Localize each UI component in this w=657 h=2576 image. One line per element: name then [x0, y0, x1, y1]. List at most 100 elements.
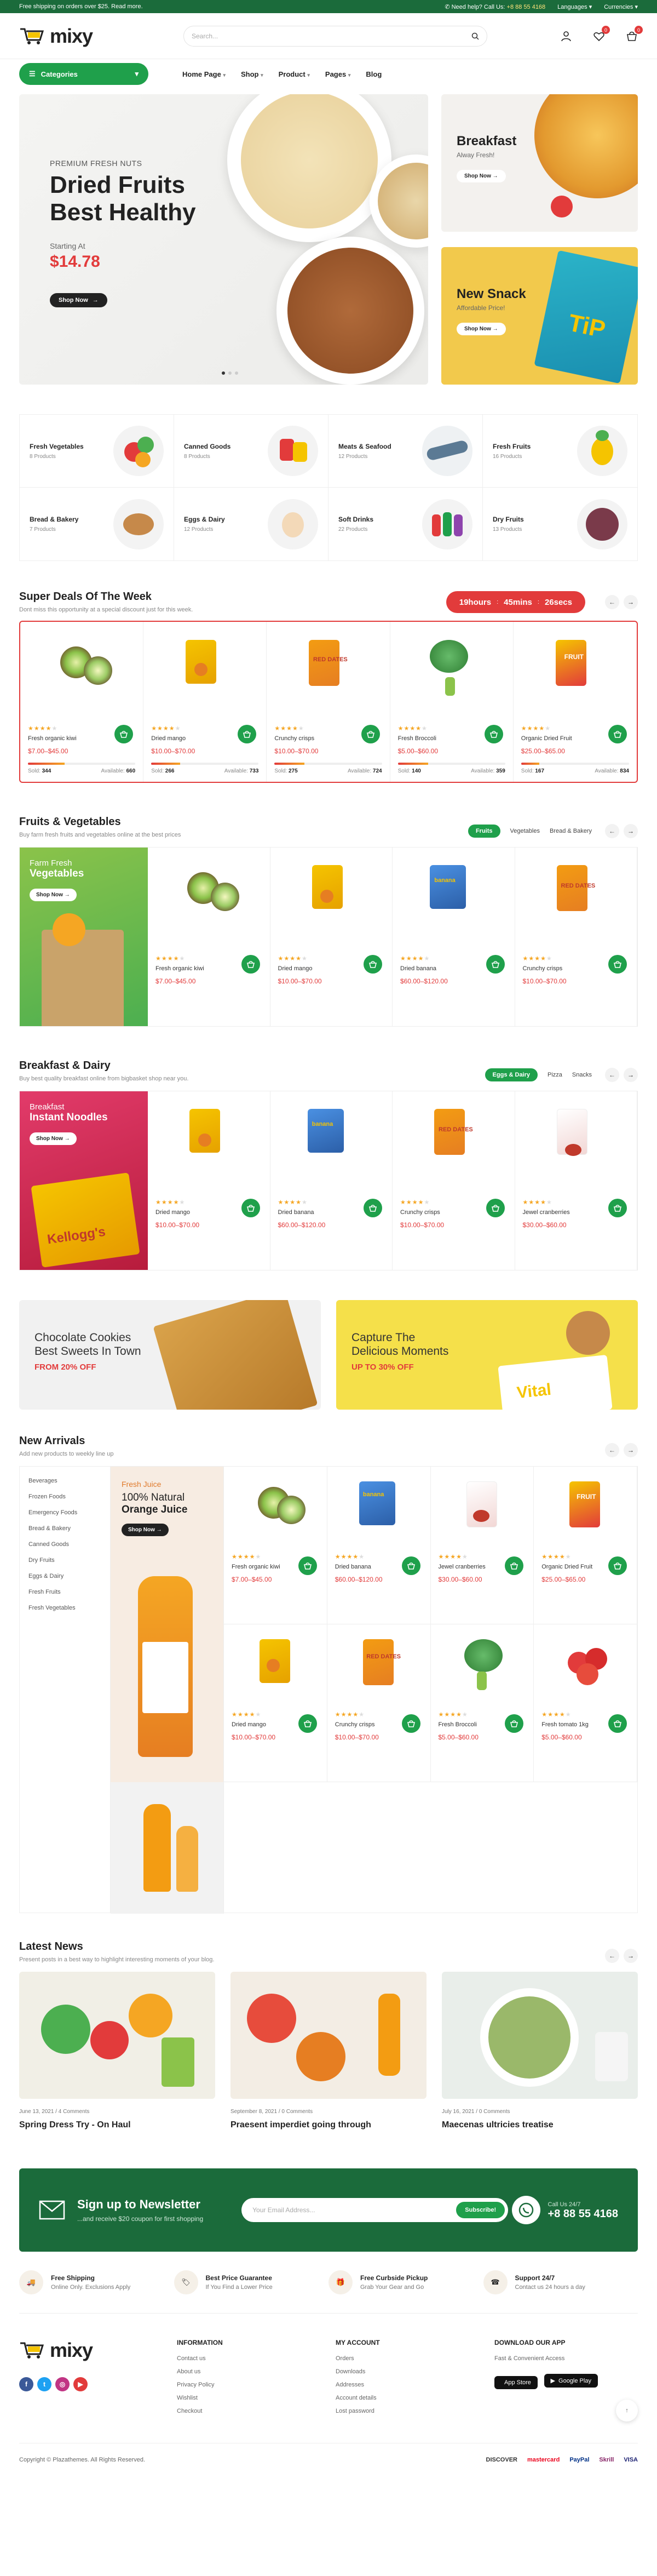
youtube-icon[interactable]: ▶	[73, 2377, 88, 2391]
product-image[interactable]	[232, 1632, 319, 1703]
product-card[interactable]: ★★★★★ Dried mango $10.00–$70.00	[224, 1624, 327, 1782]
add-to-cart-icon[interactable]	[608, 1199, 627, 1217]
help-phone[interactable]: ✆ Need help? Call Us: +8 88 55 4168	[445, 3, 545, 10]
currencies-dropdown[interactable]: Currencies ▾	[604, 3, 638, 10]
add-to-cart-icon[interactable]	[484, 725, 503, 743]
product-card[interactable]: ★★★★★ Jewel cranberries $30.00–$60.00	[430, 1467, 534, 1624]
product-card[interactable]: FRUIT ★★★★★ Organic Dried Fruit $25.00–$…	[534, 1467, 637, 1624]
new-snack-banner[interactable]: TiP New Snack Affordable Price! Shop Now…	[441, 247, 638, 385]
add-to-cart-icon[interactable]	[401, 1714, 420, 1733]
add-to-cart-icon[interactable]	[114, 725, 134, 743]
prev-arrow-icon[interactable]: ←	[605, 1949, 619, 1963]
product-card[interactable]: ★★★★★ Fresh organic kiwi $7.00–$45.00	[224, 1467, 327, 1624]
call-phone[interactable]: +8 88 55 4168	[548, 2208, 618, 2220]
product-image[interactable]: RED DATES	[523, 856, 630, 944]
product-image[interactable]: FRUIT	[541, 1474, 629, 1545]
next-arrow-icon[interactable]: →	[624, 1949, 638, 1963]
account-icon[interactable]	[560, 30, 572, 42]
product-image[interactable]: FRUIT	[521, 632, 629, 714]
product-image[interactable]	[398, 632, 505, 714]
back-to-top-icon[interactable]: ↑	[616, 2400, 638, 2422]
slider-dot[interactable]	[235, 371, 238, 375]
lunch-banner[interactable]: Capture The Delicious Moments UP TO 30% …	[336, 1300, 638, 1410]
add-to-cart-icon[interactable]	[241, 1199, 260, 1217]
footer-link[interactable]: Checkout	[177, 2408, 336, 2414]
news-post-title[interactable]: Praesent imperdiet going through	[230, 2120, 427, 2130]
product-image[interactable]	[155, 856, 262, 944]
new-arrivals-category-link[interactable]: Beverages	[28, 1478, 101, 1484]
nav-blog[interactable]: Blog	[366, 70, 382, 78]
slider-dot[interactable]	[228, 371, 232, 375]
add-to-cart-icon[interactable]	[361, 725, 380, 743]
nav-home[interactable]: Home Page ▾	[182, 70, 226, 78]
subscribe-button[interactable]: Subscribe!	[456, 2202, 505, 2218]
product-card[interactable]: ★★★★★ Fresh organic kiwi $7.00–$45.00	[148, 848, 270, 1026]
breakfast-banner[interactable]: Breakfast Alway Fresh! Shop Now →	[441, 94, 638, 232]
product-image[interactable]	[439, 1632, 526, 1703]
juice-shop-button[interactable]: Shop Now →	[122, 1524, 169, 1536]
breakfast-shop-button[interactable]: Shop Now →	[457, 170, 506, 182]
product-image[interactable]	[439, 1474, 526, 1545]
product-card[interactable]: RED DATES ★★★★★ Crunchy crisps $10.00–$7…	[267, 622, 390, 782]
nav-pages[interactable]: Pages ▾	[325, 70, 350, 78]
news-card[interactable]: July 16, 2021 / 0 Comments Maecenas ultr…	[442, 1972, 638, 2130]
app-store-button[interactable]: App Store	[494, 2376, 538, 2389]
product-card[interactable]: ★★★★★ Fresh tomato 1kg $5.00–$60.00	[534, 1624, 637, 1782]
product-image[interactable]	[541, 1632, 629, 1703]
new-arrivals-category-link[interactable]: Dry Fruits	[28, 1557, 101, 1564]
news-card[interactable]: June 13, 2021 / 4 Comments Spring Dress …	[19, 1972, 215, 2130]
add-to-cart-icon[interactable]	[505, 1714, 524, 1733]
promo-shop-button[interactable]: Shop Now →	[30, 889, 77, 901]
cookies-banner[interactable]: Chocolate Cookies Best Sweets In Town FR…	[19, 1300, 321, 1410]
footer-link[interactable]: Addresses	[336, 2382, 494, 2388]
instagram-icon[interactable]: ◎	[55, 2377, 70, 2391]
tab-eggs-dairy[interactable]: Eggs & Dairy	[485, 1068, 538, 1081]
farm-fresh-promo[interactable]: Farm Fresh Vegetables Shop Now →	[20, 848, 148, 1026]
languages-dropdown[interactable]: Languages ▾	[557, 3, 592, 10]
tab-snacks[interactable]: Snacks	[572, 1072, 592, 1078]
product-card[interactable]: FRUIT ★★★★★ Organic Dried Fruit $25.00–$…	[514, 622, 637, 782]
next-arrow-icon[interactable]: →	[624, 824, 638, 838]
hero-slider[interactable]: PREMIUM FRESH NUTS Dried Fruits Best Hea…	[19, 94, 428, 385]
add-to-cart-icon[interactable]	[505, 1556, 524, 1575]
newsletter-email-field[interactable]: Your Email Address... Subscribe!	[241, 2198, 509, 2222]
product-card[interactable]: banana ★★★★★ Dried banana $60.00–$120.00	[393, 848, 515, 1026]
product-image[interactable]: banana	[278, 1100, 385, 1188]
product-image[interactable]: banana	[400, 856, 507, 944]
footer-link[interactable]: Orders	[336, 2355, 494, 2362]
facebook-icon[interactable]: f	[19, 2377, 33, 2391]
product-image[interactable]	[523, 1100, 630, 1188]
promo-shop-button[interactable]: Shop Now →	[30, 1132, 77, 1145]
new-arrivals-category-link[interactable]: Fresh Vegetables	[28, 1605, 101, 1611]
product-image[interactable]	[278, 856, 385, 944]
nav-shop[interactable]: Shop ▾	[241, 70, 263, 78]
footer-link[interactable]: Downloads	[336, 2368, 494, 2375]
nav-product[interactable]: Product ▾	[279, 70, 310, 78]
add-to-cart-icon[interactable]	[401, 1556, 420, 1575]
footer-link[interactable]: Lost password	[336, 2408, 494, 2414]
tab-vegetables[interactable]: Vegetables	[510, 828, 540, 834]
shipping-promo-link[interactable]: Free shipping on orders over $25. Read m…	[19, 3, 143, 10]
add-to-cart-icon[interactable]	[364, 955, 382, 974]
add-to-cart-icon[interactable]	[298, 1556, 317, 1575]
new-arrivals-category-link[interactable]: Fresh Fruits	[28, 1589, 101, 1595]
add-to-cart-icon[interactable]	[608, 1556, 627, 1575]
product-image[interactable]	[155, 1100, 262, 1188]
product-image[interactable]: RED DATES	[335, 1632, 423, 1703]
prev-arrow-icon[interactable]: ←	[605, 824, 619, 838]
footer-link[interactable]: Account details	[336, 2395, 494, 2401]
next-arrow-icon[interactable]: →	[624, 595, 638, 609]
new-arrivals-category-link[interactable]: Canned Goods	[28, 1541, 101, 1548]
product-image[interactable]	[28, 632, 135, 714]
footer-link[interactable]: Contact us	[177, 2355, 336, 2362]
search-input[interactable]: Search...	[183, 26, 487, 47]
next-arrow-icon[interactable]: →	[624, 1443, 638, 1457]
category-card[interactable]: Meats & Seafood 12 Products	[328, 415, 483, 488]
search-icon[interactable]	[471, 32, 479, 40]
cart-icon[interactable]: 0	[626, 26, 643, 42]
product-card[interactable]: ★★★★★ Jewel cranberries $30.00–$60.00	[515, 1091, 637, 1270]
tab-bread-bakery[interactable]: Bread & Bakery	[550, 828, 592, 834]
product-card[interactable]: banana ★★★★★ Dried banana $60.00–$120.00	[270, 1091, 393, 1270]
news-post-title[interactable]: Maecenas ultricies treatise	[442, 2120, 638, 2130]
product-card[interactable]: RED DATES ★★★★★ Crunchy crisps $10.00–$7…	[515, 848, 637, 1026]
